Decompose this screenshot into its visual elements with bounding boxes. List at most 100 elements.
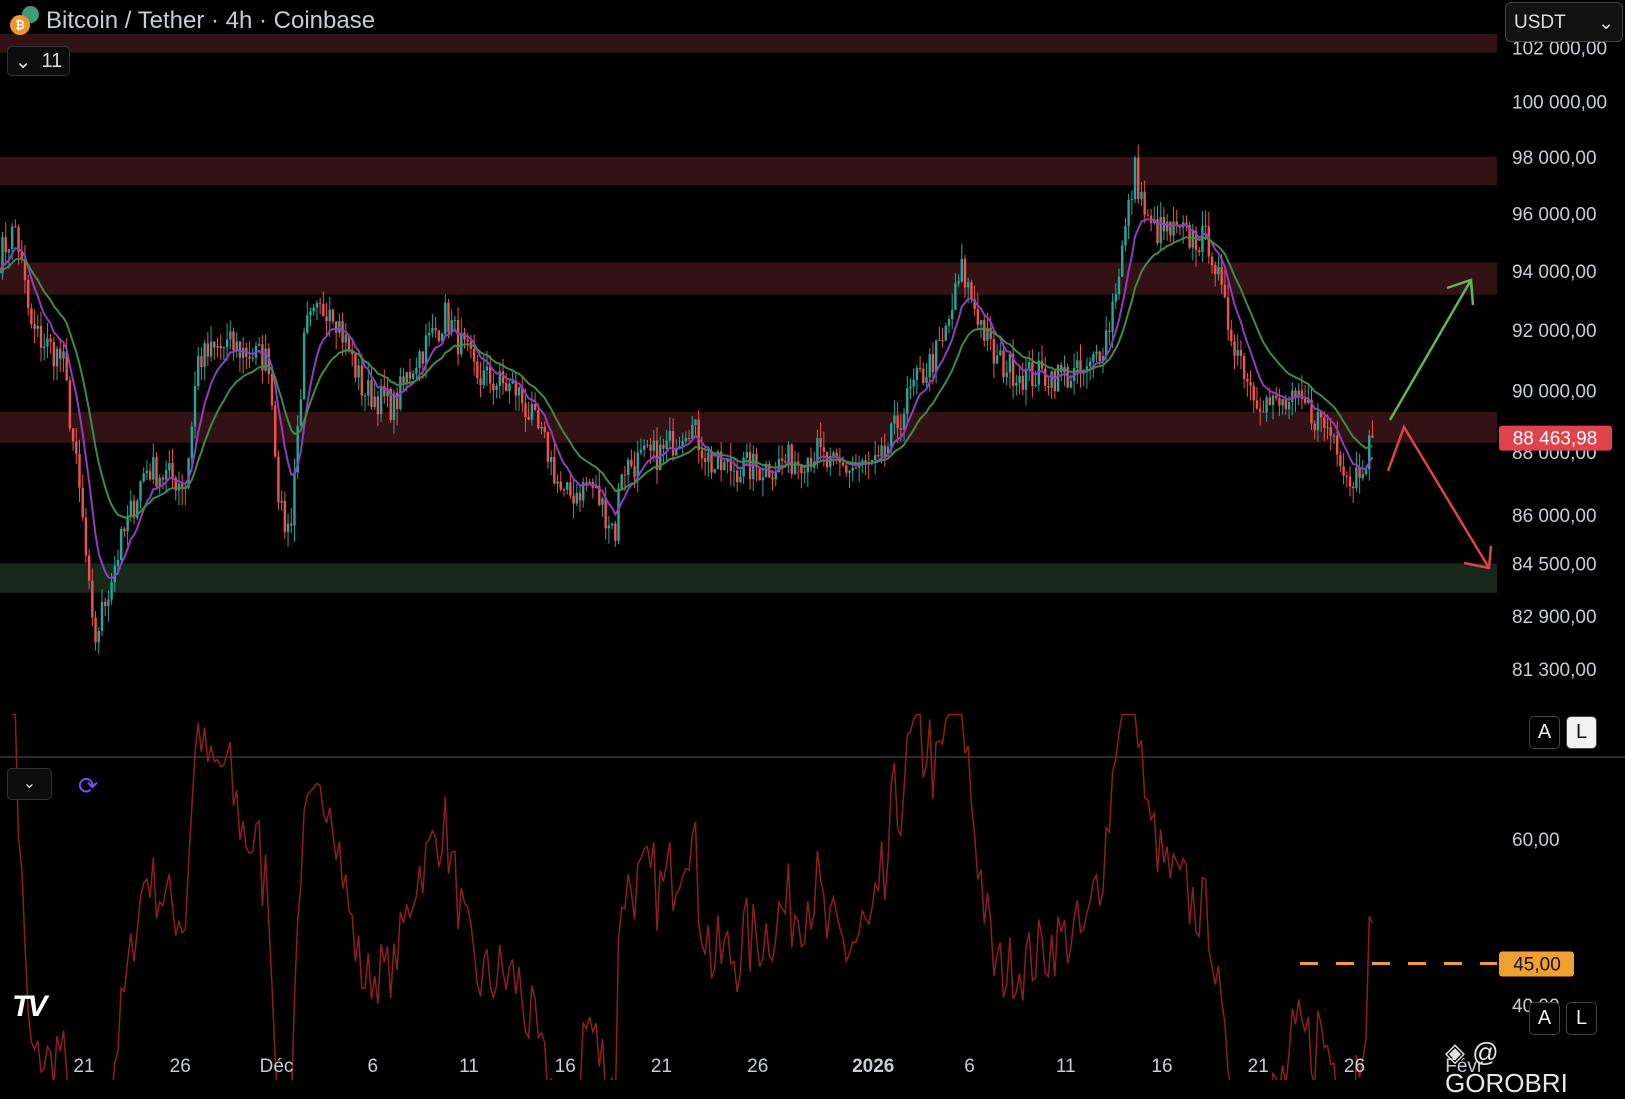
candle-body <box>460 332 463 355</box>
candle-body <box>1130 199 1134 201</box>
candle-body <box>630 459 633 467</box>
price-axis-label: 92 000,00 <box>1512 321 1597 342</box>
candle-body <box>992 338 996 364</box>
candle-body <box>1268 397 1271 406</box>
candle-body <box>1124 225 1127 246</box>
candle-body <box>1220 267 1223 285</box>
log-scale-button[interactable]: L <box>1566 716 1597 749</box>
candle-body <box>694 419 697 425</box>
candle-body <box>219 346 222 349</box>
time-axis-label: 16 <box>1151 1056 1172 1077</box>
candle-body <box>456 319 460 355</box>
candle-body <box>784 460 787 463</box>
candle-body <box>508 383 511 392</box>
symbol-title[interactable]: ₿ Bitcoin / Tether · 4h · Coinbase <box>10 6 375 36</box>
candle-body <box>373 396 376 408</box>
candle-body <box>274 405 277 457</box>
candle-body <box>787 444 790 463</box>
candle-body <box>697 419 700 451</box>
candle-body <box>880 445 883 457</box>
candle-body <box>854 467 858 469</box>
candle-body <box>1018 375 1021 383</box>
bullish-arrow[interactable] <box>1388 278 1475 421</box>
candle-body <box>103 601 107 607</box>
candle-body <box>466 339 469 342</box>
candle-body <box>562 489 566 491</box>
candle-body <box>1198 250 1201 253</box>
candle-body <box>142 473 145 482</box>
bearish-arrow[interactable] <box>1386 424 1493 570</box>
candle-body <box>691 424 694 439</box>
candle-body <box>415 367 418 374</box>
candle-body <box>745 452 749 458</box>
candle-body <box>411 373 415 379</box>
chart-canvas[interactable]: 102 000,00100 000,0098 000,0096 000,0094… <box>0 0 1625 1080</box>
candle-body <box>482 370 485 386</box>
candle-body <box>505 383 508 392</box>
time-axis-label: 6 <box>964 1056 975 1077</box>
auto-scale-button[interactable]: A <box>1529 716 1560 749</box>
price-zone <box>0 563 1497 593</box>
time-axis-label: 11 <box>459 1056 479 1077</box>
candle-body <box>761 477 765 481</box>
time-axis-label: 16 <box>555 1056 576 1077</box>
candle-body <box>81 487 84 518</box>
currency-select[interactable]: USDT ⌄ <box>1505 2 1623 42</box>
candle-body <box>293 472 296 526</box>
candle-body <box>736 470 739 483</box>
candle-body <box>1044 368 1047 386</box>
candle-body <box>488 366 492 384</box>
candle-body <box>1255 400 1259 409</box>
candle-body <box>915 367 919 380</box>
candle-body <box>62 351 65 359</box>
candle-body <box>78 453 81 488</box>
indicator-collapse-button[interactable]: ⌄ <box>7 768 52 800</box>
time-axis-label: 26 <box>747 1056 768 1077</box>
candle-body <box>1114 294 1117 302</box>
candle-body <box>168 462 171 471</box>
candle-body <box>1345 475 1348 477</box>
candle-body <box>148 470 152 480</box>
chevron-down-icon: ⌄ <box>22 775 37 792</box>
candle-body <box>873 455 877 461</box>
candle-body <box>1076 360 1079 369</box>
price-axis-label: 86 000,00 <box>1512 506 1597 527</box>
tradingview-logo: TV <box>12 990 47 1023</box>
candle-body <box>1348 476 1352 487</box>
candle-body <box>1098 351 1101 362</box>
candle-body <box>832 452 835 457</box>
candle-body <box>530 403 534 420</box>
indicators-collapse-button[interactable]: ⌄ 11 <box>7 46 70 76</box>
candle-body <box>1121 245 1124 277</box>
candle-body <box>950 309 954 320</box>
indicator-auto-scale-button[interactable]: A <box>1529 1002 1560 1035</box>
candle-body <box>649 444 652 451</box>
price-zone <box>0 411 1497 443</box>
candle-body <box>546 431 550 462</box>
candle-body <box>1223 284 1227 298</box>
candle-body <box>14 226 17 228</box>
candle-body <box>309 311 312 316</box>
candle-body <box>1246 378 1249 382</box>
candle-body <box>1127 200 1130 226</box>
indicator-log-scale-button[interactable]: L <box>1566 1002 1597 1035</box>
candle-body <box>700 450 704 459</box>
candle-body <box>71 428 75 442</box>
candle-body <box>1294 390 1297 397</box>
candle-body <box>123 528 126 532</box>
candle-body <box>472 349 476 362</box>
candle-body <box>687 437 691 439</box>
price-axis-label: 94 000,00 <box>1512 262 1597 283</box>
candle-body <box>495 385 498 391</box>
sync-icon[interactable]: ⟳ <box>78 772 98 801</box>
candle-body <box>84 517 88 556</box>
candle-body <box>662 444 665 449</box>
candle-body <box>970 282 973 300</box>
candle-body <box>1275 395 1278 399</box>
candle-body <box>1278 398 1281 406</box>
candle-body <box>94 617 97 643</box>
candle-body <box>33 324 36 329</box>
time-axis-label: 21 <box>651 1056 672 1077</box>
indicator-count: 11 <box>41 49 63 72</box>
candle-body <box>334 321 338 333</box>
